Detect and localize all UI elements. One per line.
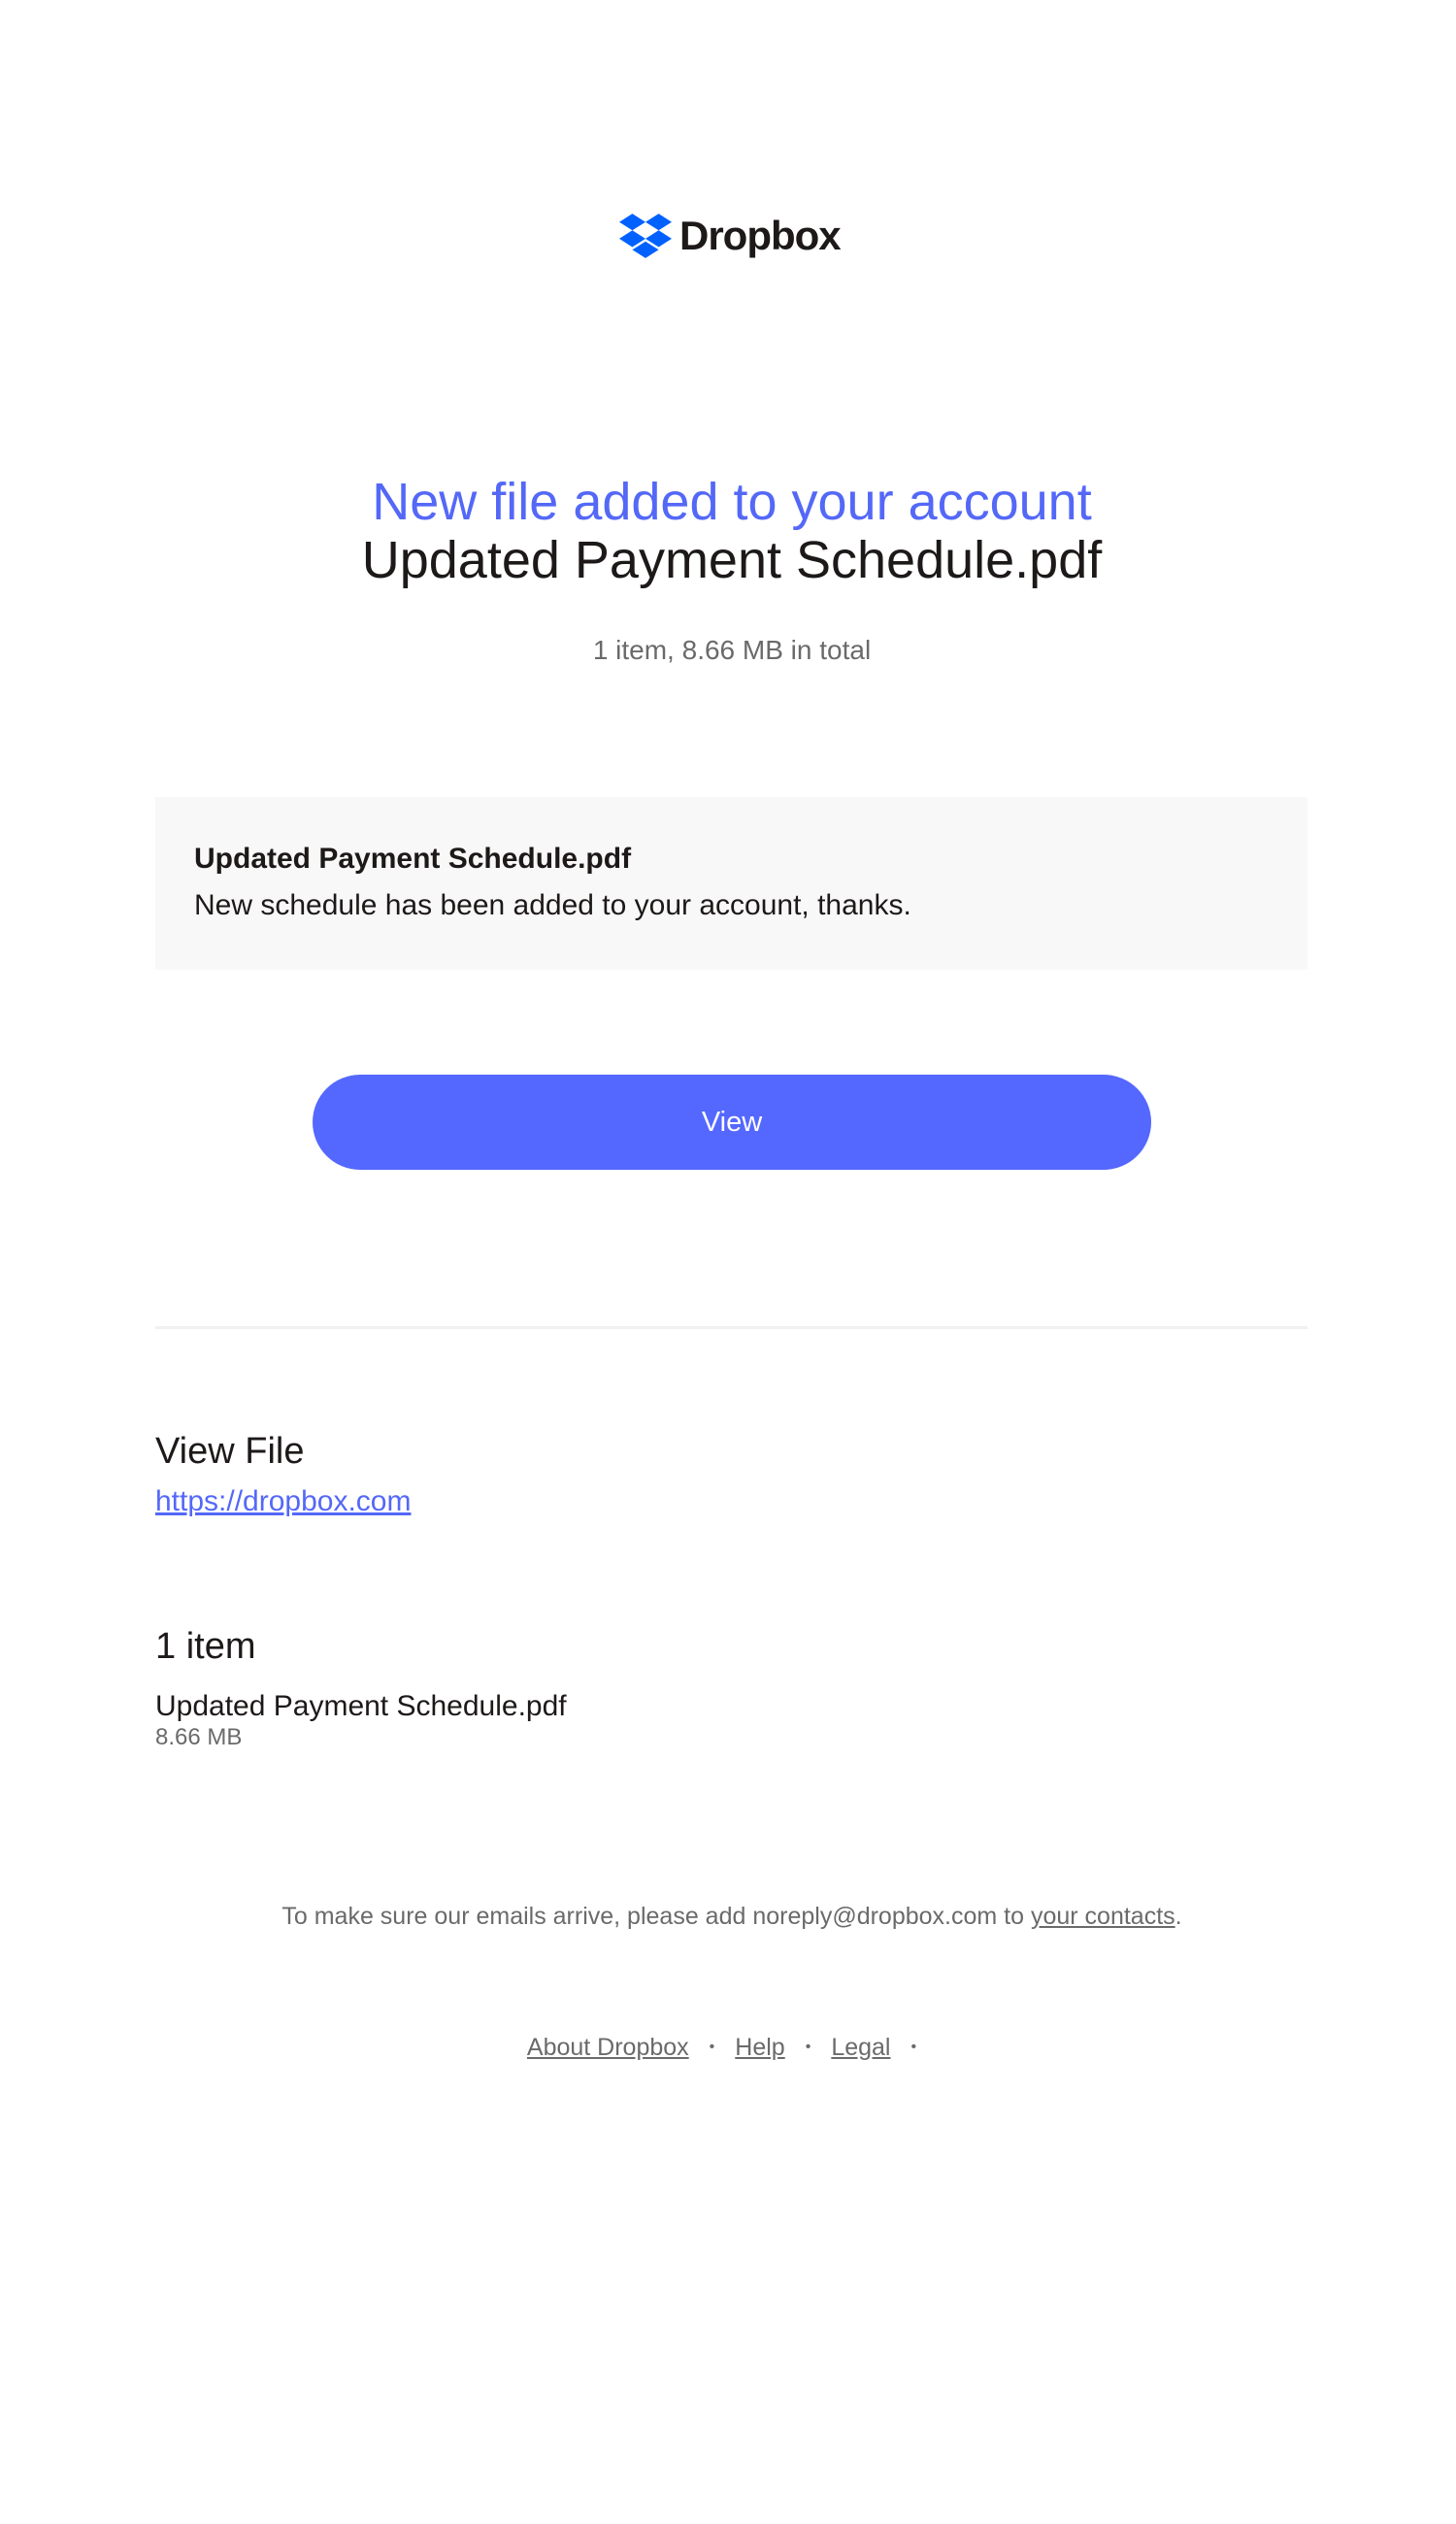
items-heading: 1 item [155,1626,256,1667]
footer-separator: • [805,2039,811,2055]
contacts-note-suffix: . [1175,1903,1182,1930]
section-divider [155,1326,1307,1329]
about-dropbox-link[interactable]: About Dropbox [527,2032,689,2063]
item-file-size: 8.66 MB [155,1724,243,1750]
notification-headline: New file added to your account [372,473,1092,531]
message-body: New schedule has been added to your acco… [194,889,911,921]
view-file-heading: View File [155,1431,305,1472]
contacts-note-text: To make sure our emails arrive, please a… [281,1903,1031,1930]
footer-links: About Dropbox • Help • Legal • [0,2032,1456,2063]
view-file-link[interactable]: https://dropbox.com [155,1484,411,1519]
logo-wordmark: Dropbox [679,213,842,258]
view-button[interactable]: View [313,1075,1151,1170]
dropbox-box-icon [619,214,672,258]
message-box: Updated Payment Schedule.pdf New schedul… [155,797,1307,970]
contacts-note: To make sure our emails arrive, please a… [0,1901,1456,1932]
file-summary: 1 item, 8.66 MB in total [592,635,872,665]
file-title: Updated Payment Schedule.pdf [361,531,1103,589]
message-title: Updated Payment Schedule.pdf [194,843,632,875]
your-contacts-link[interactable]: your contacts [1031,1903,1175,1930]
item-file-name: Updated Payment Schedule.pdf [155,1690,567,1722]
dropbox-logo: Dropbox [619,212,842,260]
footer-separator: • [910,2039,917,2055]
footer-separator: • [709,2039,715,2055]
legal-link[interactable]: Legal [831,2032,890,2063]
help-link[interactable]: Help [735,2032,784,2063]
